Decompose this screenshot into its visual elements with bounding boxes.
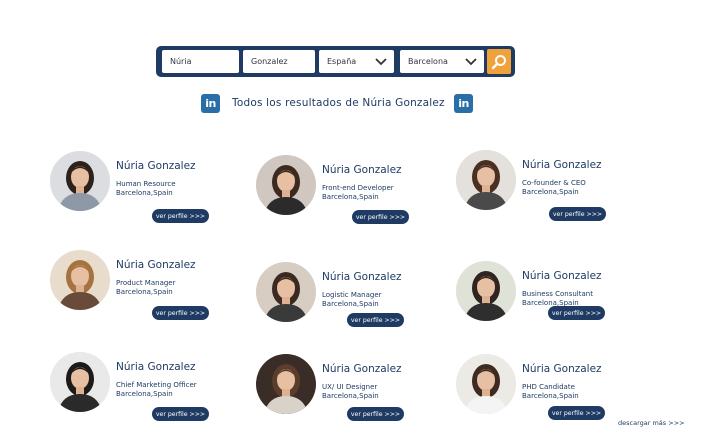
profile-role: Business Consultant xyxy=(522,290,593,298)
profile-role: Human Resource xyxy=(116,180,176,188)
profile-card: Núria Gonzalez Human Resource Barcelona,Sp… xyxy=(50,151,250,241)
results-title: Todos los resultados de Núria Gonzalez xyxy=(232,97,445,109)
search-icon xyxy=(491,54,506,69)
view-profile-button[interactable]: ver perfile >>> xyxy=(548,306,605,320)
chevron-down-icon xyxy=(375,57,387,65)
avatar xyxy=(456,150,516,210)
profile-card: Núria Gonzalez Co-founder & CEO Barcelona,… xyxy=(456,150,656,240)
last-name-field[interactable] xyxy=(243,50,315,73)
profile-name: Núria Gonzalez xyxy=(322,363,402,375)
linkedin-icon[interactable]: in xyxy=(201,94,220,113)
avatar xyxy=(456,261,516,321)
linkedin-icon[interactable]: in xyxy=(454,94,473,113)
profile-role: Logistic Manager xyxy=(322,291,382,299)
first-name-input[interactable] xyxy=(170,50,239,73)
avatar xyxy=(256,354,316,414)
chevron-down-icon xyxy=(465,57,477,65)
profile-card: Núria Gonzalez Logistic Manager Barcelona,… xyxy=(256,262,456,352)
profile-role: UX/ UI Designer xyxy=(322,383,378,391)
profile-location: Barcelona,Spain xyxy=(116,189,173,197)
search-bar: España Barcelona xyxy=(156,46,515,77)
city-value: Barcelona xyxy=(408,57,448,66)
view-profile-button[interactable]: ver perfile >>> xyxy=(548,406,605,420)
first-name-field[interactable] xyxy=(162,50,239,73)
profile-role: Co-founder & CEO xyxy=(522,179,586,187)
profile-location: Barcelona,Spain xyxy=(116,288,173,296)
profile-name: Núria Gonzalez xyxy=(116,259,196,271)
view-profile-button[interactable]: ver perfile >>> xyxy=(152,306,209,320)
avatar xyxy=(256,155,316,215)
view-profile-button[interactable]: ver perfile >>> xyxy=(347,313,404,327)
profile-card: Núria Gonzalez UX/ UI Designer Barcelona,S… xyxy=(256,354,456,434)
view-profile-button[interactable]: ver perfile >>> xyxy=(352,210,409,224)
avatar xyxy=(50,151,110,211)
avatar xyxy=(50,352,110,412)
view-profile-button[interactable]: ver perfile >>> xyxy=(347,407,404,421)
profile-card: Núria Gonzalez Front-end Developer Barcelo… xyxy=(256,155,456,245)
profile-location: Barcelona,Spain xyxy=(522,188,579,196)
profile-card: Núria Gonzalez Product Manager Barcelona,S… xyxy=(50,250,250,340)
profile-name: Núria Gonzalez xyxy=(322,271,402,283)
country-select[interactable]: España xyxy=(319,50,394,73)
profile-location: Barcelona,Spain xyxy=(322,300,379,308)
profile-card: Núria Gonzalez Chief Marketing Officer Bar… xyxy=(50,352,250,434)
profile-name: Núria Gonzalez xyxy=(522,270,602,282)
load-more-link[interactable]: descargar más >>> xyxy=(618,419,685,427)
avatar xyxy=(256,262,316,322)
profile-name: Núria Gonzalez xyxy=(522,159,602,171)
profile-role: Product Manager xyxy=(116,279,176,287)
profile-name: Núria Gonzalez xyxy=(116,160,196,172)
profile-location: Barcelona,Spain xyxy=(116,390,173,398)
profile-location: Barcelona,Spain xyxy=(322,193,379,201)
profile-name: Núria Gonzalez xyxy=(116,361,196,373)
profile-name: Núria Gonzalez xyxy=(522,363,602,375)
view-profile-button[interactable]: ver perfile >>> xyxy=(549,207,606,221)
results-header: in Todos los resultados de Núria Gonzale… xyxy=(0,93,704,115)
profile-role: Front-end Developer xyxy=(322,184,394,192)
avatar xyxy=(50,250,110,310)
avatar xyxy=(456,354,516,414)
search-button[interactable] xyxy=(487,49,511,74)
profile-role: Chief Marketing Officer xyxy=(116,381,197,389)
profile-name: Núria Gonzalez xyxy=(322,164,402,176)
last-name-input[interactable] xyxy=(251,50,315,73)
profile-location: Barcelona,Spain xyxy=(522,392,579,400)
view-profile-button[interactable]: ver perfile >>> xyxy=(152,407,209,421)
profile-location: Barcelona,Spain xyxy=(322,392,379,400)
profile-role: PHD Candidate xyxy=(522,383,575,391)
country-value: España xyxy=(327,57,357,66)
view-profile-button[interactable]: ver perfile >>> xyxy=(152,209,209,223)
city-select[interactable]: Barcelona xyxy=(400,50,484,73)
